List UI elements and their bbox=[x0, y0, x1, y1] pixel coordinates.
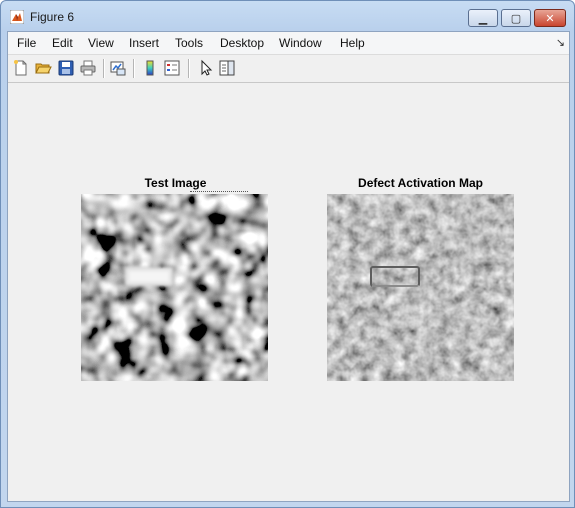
menu-edit[interactable]: Edit bbox=[52, 36, 73, 50]
select-pointer-icon[interactable] bbox=[197, 59, 215, 77]
colorbar-icon[interactable] bbox=[141, 59, 159, 77]
dock-figure-icon[interactable]: ↘ bbox=[556, 36, 565, 49]
property-editor-icon[interactable] bbox=[218, 59, 236, 77]
title-underline-marker bbox=[190, 191, 248, 193]
menu-view[interactable]: View bbox=[88, 36, 114, 50]
print-icon[interactable] bbox=[79, 59, 97, 77]
minimize-button[interactable]: ▁ bbox=[468, 9, 498, 27]
menu-tools[interactable]: Tools bbox=[175, 36, 203, 50]
menu-window[interactable]: Window bbox=[279, 36, 322, 50]
toolbar-separator bbox=[133, 59, 135, 78]
toolbar-separator bbox=[103, 59, 105, 78]
save-icon[interactable] bbox=[57, 59, 75, 77]
matlab-logo-icon bbox=[10, 10, 24, 24]
menu-help[interactable]: Help bbox=[340, 36, 365, 50]
test-image-title: Test Image bbox=[144, 176, 207, 190]
maximize-button[interactable]: ▢ bbox=[501, 9, 531, 27]
defect-activation-map-axes[interactable] bbox=[327, 194, 514, 381]
test-image-axes[interactable] bbox=[81, 194, 268, 381]
test-image-texture bbox=[81, 194, 268, 381]
activation-map-texture bbox=[327, 194, 514, 381]
menu-bar: File Edit View Insert Tools Desktop Wind… bbox=[8, 32, 569, 55]
defect-activation-map-title: Defect Activation Map bbox=[358, 176, 483, 190]
maximize-icon: ▢ bbox=[510, 12, 522, 25]
menu-insert[interactable]: Insert bbox=[129, 36, 159, 50]
window-title: Figure 6 bbox=[30, 10, 75, 24]
menu-desktop[interactable]: Desktop bbox=[220, 36, 264, 50]
link-plot-icon[interactable] bbox=[109, 59, 127, 77]
toolbar-separator bbox=[188, 59, 190, 78]
legend-icon[interactable] bbox=[163, 59, 181, 77]
close-button[interactable]: ✕ bbox=[534, 9, 566, 27]
close-icon: ✕ bbox=[545, 12, 555, 25]
title-bar[interactable]: Figure 6 ▁ ▢ ✕ bbox=[1, 1, 574, 31]
menu-file[interactable]: File bbox=[17, 36, 36, 50]
figure-client-area: File Edit View Insert Tools Desktop Wind… bbox=[7, 31, 570, 502]
new-figure-icon[interactable] bbox=[12, 59, 30, 77]
test-image-defect-core bbox=[129, 271, 169, 282]
figure-window: Figure 6 ▁ ▢ ✕ File Edit View Insert Too… bbox=[0, 0, 575, 508]
minimize-icon: ▁ bbox=[478, 12, 488, 25]
open-file-icon[interactable] bbox=[34, 59, 52, 77]
figure-toolbar bbox=[8, 55, 569, 83]
